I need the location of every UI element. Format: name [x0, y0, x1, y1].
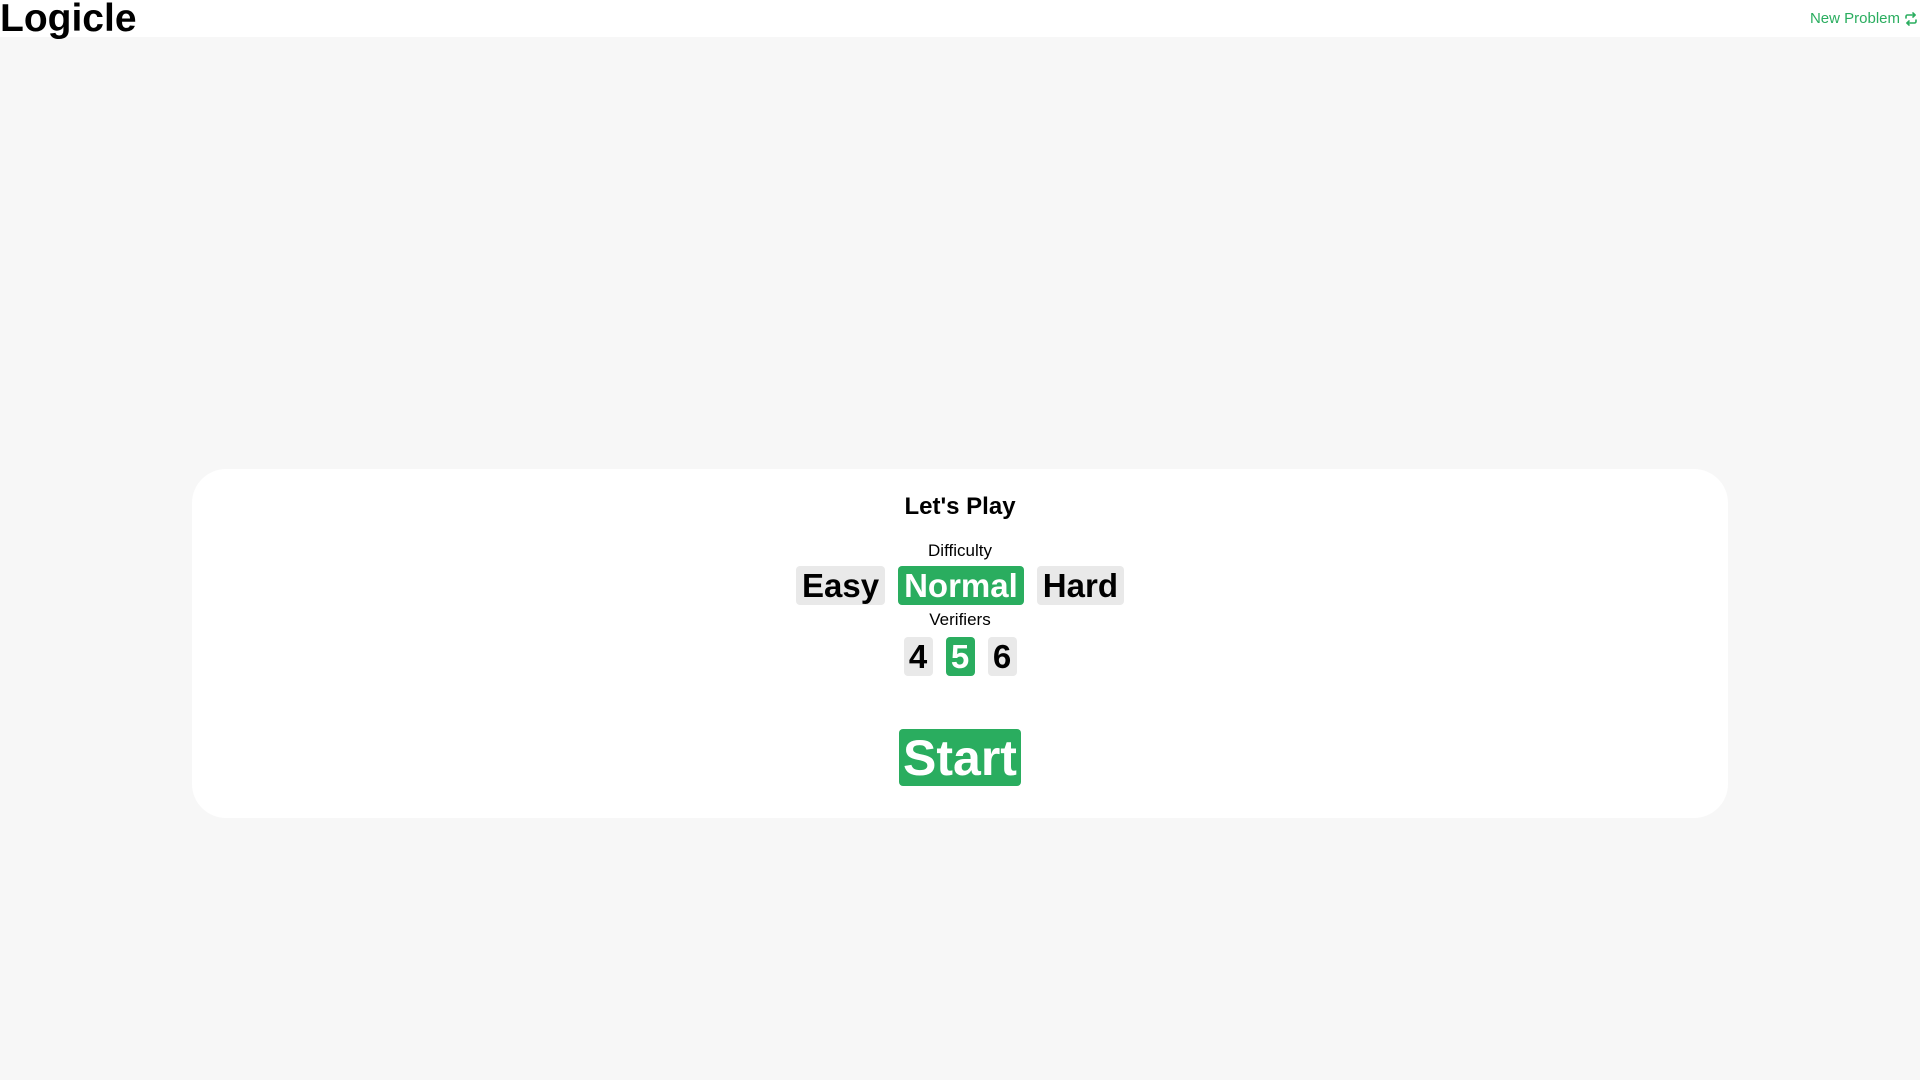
app-title: Logicle [0, 0, 137, 40]
app-header: Logicle New Problem [0, 0, 1920, 40]
game-setup-card: Let's Play Difficulty Easy Normal Hard V… [192, 469, 1728, 818]
verifiers-label: Verifiers [929, 610, 991, 629]
verifiers-5-button[interactable]: 5 [945, 637, 975, 676]
setup-title: Let's Play [904, 493, 1016, 520]
difficulty-easy-button[interactable]: Easy [796, 566, 886, 605]
difficulty-normal-button[interactable]: Normal [898, 566, 1024, 605]
difficulty-hard-button[interactable]: Hard [1036, 566, 1124, 605]
start-button[interactable]: Start [899, 729, 1021, 786]
new-problem-label: New Problem [1809, 10, 1900, 27]
verifiers-4-button[interactable]: 4 [903, 637, 933, 676]
refresh-icon [1904, 11, 1918, 26]
verifiers-6-button[interactable]: 6 [987, 637, 1017, 676]
difficulty-label: Difficulty [928, 541, 992, 560]
difficulty-options: Easy Normal Hard [192, 566, 1728, 605]
new-problem-button[interactable]: New Problem [1810, 10, 1918, 27]
verifier-options: 4 5 6 [192, 637, 1728, 676]
